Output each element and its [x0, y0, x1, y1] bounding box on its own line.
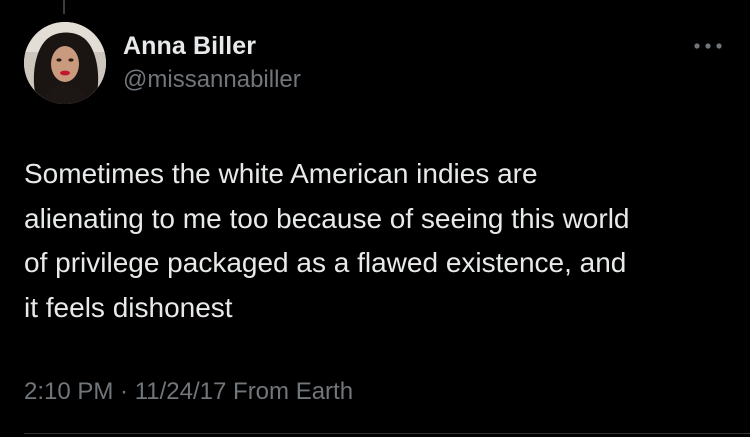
more-horizontal-icon: [694, 43, 722, 49]
more-options-button[interactable]: [690, 36, 726, 56]
tweet-date[interactable]: 11/24/17: [135, 378, 227, 405]
divider: [24, 433, 750, 434]
tweet-time[interactable]: 2:10 PM: [24, 378, 113, 405]
author-block: Anna Biller @missannabiller: [123, 30, 301, 96]
thread-connector-line: [63, 0, 65, 14]
tweet-source: From Earth: [233, 378, 354, 405]
avatar[interactable]: [24, 22, 106, 104]
tweet-metadata: 2:10 PM · 11/24/17 From Earth: [24, 376, 353, 408]
author-handle[interactable]: @missannabiller: [123, 64, 301, 96]
tweet-text: Sometimes the white American indies are …: [24, 158, 630, 323]
profile-photo-icon: [24, 22, 106, 104]
author-display-name[interactable]: Anna Biller: [123, 30, 301, 62]
meta-separator: ·: [113, 378, 135, 405]
